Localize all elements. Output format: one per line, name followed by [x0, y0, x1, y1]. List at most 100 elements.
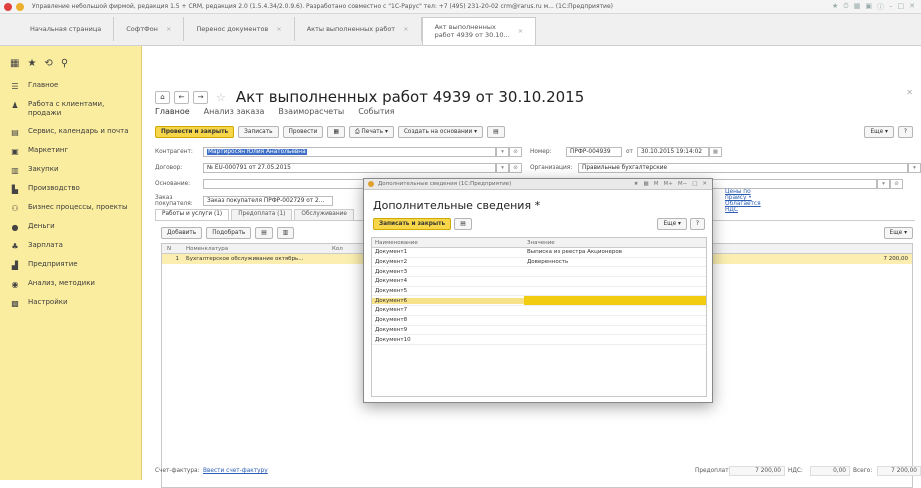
dialog-memory-icon[interactable]: M	[654, 181, 659, 187]
tab-maintenance[interactable]: Обслуживание	[294, 209, 354, 220]
sidebar-item-analysis[interactable]: ◉ Анализ, методики	[0, 279, 141, 289]
property-row[interactable]: Документ9	[372, 326, 706, 336]
calendar-icon: ▦	[712, 149, 719, 155]
history-icon[interactable]: ⟲	[44, 58, 52, 69]
property-row[interactable]: Документ4	[372, 277, 706, 287]
property-row[interactable]: Документ5	[372, 287, 706, 297]
pick-button[interactable]: Подобрать	[206, 227, 252, 239]
property-row[interactable]: Документ8	[372, 316, 706, 326]
dialog-memory-minus-icon[interactable]: M−	[678, 181, 687, 187]
post-button[interactable]: Провести	[282, 126, 324, 138]
counterparty-label: Контрагент:	[155, 149, 193, 155]
tab-transfer-docs[interactable]: Перенос документов ×	[184, 17, 295, 41]
window-close-dot[interactable]	[4, 2, 12, 11]
print-button[interactable]: ⎙ Печать ▾	[348, 126, 394, 138]
dialog-memo-icon[interactable]: ▦	[644, 181, 649, 187]
info-icon[interactable]: ⓘ	[877, 2, 884, 12]
property-row-selected[interactable]: Документ6	[372, 296, 706, 307]
calendar-icon[interactable]: ▣	[865, 2, 872, 12]
paste-rows-button[interactable]: ▥	[276, 227, 295, 239]
org-field[interactable]: Правильные бухгалтерские	[578, 163, 908, 173]
property-row[interactable]: Документ3	[372, 267, 706, 278]
forward-button[interactable]: →	[193, 90, 208, 104]
tab-softphone[interactable]: СофтФон ×	[114, 17, 185, 41]
attach-button[interactable]: ▤	[487, 126, 505, 138]
sidebar-item-salary[interactable]: ♣ Зарплата	[0, 241, 141, 251]
contract-dropdown[interactable]: ▾	[496, 163, 509, 173]
tab-works-services[interactable]: Работы и услуги (1)	[155, 209, 230, 220]
save-button[interactable]: Записать	[238, 126, 279, 138]
back-button[interactable]: ←	[174, 90, 189, 104]
dialog-attach-button[interactable]: ▤	[454, 218, 472, 230]
contract-field[interactable]: № EU-000791 от 27.05.2015	[203, 163, 496, 173]
table-more-button[interactable]: Еще ▾	[883, 227, 913, 239]
counterparty-dropdown[interactable]: ▾	[496, 147, 509, 157]
home-button[interactable]: ⌂	[155, 90, 170, 104]
favorites-icon[interactable]: ★	[832, 2, 838, 12]
dialog-help-button[interactable]: ?	[689, 218, 705, 230]
contract-open-link[interactable]: ⊘	[509, 163, 522, 173]
sidebar-item-money[interactable]: ● Деньги	[0, 222, 141, 232]
dialog-close-icon[interactable]: ✕	[702, 181, 707, 187]
dialog-memory-plus-icon[interactable]: M+	[663, 181, 672, 187]
favorite-star-icon[interactable]: ☆	[216, 91, 226, 104]
sidebar-item-service[interactable]: ▤ Сервис, календарь и почта	[0, 127, 141, 137]
calculator-icon[interactable]: ▦	[854, 2, 861, 12]
tab-start-page[interactable]: Начальная страница	[18, 17, 115, 41]
history-icon[interactable]: ⏱	[843, 2, 848, 12]
price-vat-link[interactable]: Цены по прайсу • Облагается НДС	[725, 189, 761, 213]
create-based-button[interactable]: Создать на основании ▾	[397, 126, 484, 138]
property-row[interactable]: Документ2 Доверенность	[372, 258, 706, 268]
invoice-link[interactable]: Ввести счет-фактуру	[203, 468, 268, 474]
sidebar-item-purchases[interactable]: ▥ Закупки	[0, 165, 141, 175]
minimize-icon[interactable]: –	[889, 2, 893, 12]
counterparty-field[interactable]: Мартиросян Юлия Анатольевна	[203, 147, 496, 157]
search-icon[interactable]: ⚲	[61, 58, 68, 69]
order-field[interactable]: Заказ покупателя ПРФР-002729 от 2...	[203, 196, 333, 206]
window-minimize-dot[interactable]	[16, 2, 24, 11]
number-field[interactable]: ПРФР-004939	[566, 147, 622, 157]
subnav-events[interactable]: События	[358, 107, 394, 116]
tab-acts-list[interactable]: Акты выполненных работ ×	[295, 17, 422, 41]
form-close-icon[interactable]: ✕	[906, 88, 913, 97]
more-button[interactable]: Еще ▾	[864, 126, 894, 138]
sidebar-item-processes[interactable]: ⚇ Бизнес процессы, проекты	[0, 203, 141, 213]
close-icon[interactable]: ✕	[909, 2, 915, 12]
copy-rows-button[interactable]: ▤	[255, 227, 273, 239]
save-and-close-button[interactable]: Записать и закрыть	[373, 218, 452, 230]
sidebar-item-enterprise[interactable]: ▟ Предприятие	[0, 260, 141, 270]
close-tab-icon[interactable]: ×	[166, 25, 171, 33]
sidebar-item-settings[interactable]: ▩ Настройки	[0, 298, 141, 308]
dialog-maximize-icon[interactable]: □	[692, 181, 697, 187]
sidebar-item-marketing[interactable]: ▣ Маркетинг	[0, 146, 141, 156]
property-row[interactable]: Документ10	[372, 335, 706, 345]
dialog-more-button[interactable]: Еще ▾	[657, 218, 687, 230]
property-row[interactable]: Документ7	[372, 306, 706, 316]
org-dropdown[interactable]: ▾	[908, 163, 921, 173]
date-field[interactable]: 30.10.2015 19:14:02	[636, 147, 709, 157]
close-tab-icon[interactable]: ×	[403, 25, 408, 33]
basis-dropdown[interactable]: ▾	[877, 179, 890, 189]
dialog-favorite-icon[interactable]: ★	[634, 181, 639, 187]
calendar-button[interactable]: ▦	[708, 147, 722, 157]
counterparty-open-link[interactable]: ⊘	[509, 147, 522, 157]
subnav-order-analysis[interactable]: Анализ заказа	[204, 107, 265, 116]
favorites-star-icon[interactable]: ★	[27, 58, 36, 69]
subnav-settlements[interactable]: Взаиморасчеты	[278, 107, 344, 116]
property-row[interactable]: Документ1 Выписка из реестра Акционеров	[372, 248, 706, 258]
tab-act-4939[interactable]: Акт выполненных работ 4939 от 30.10... ×	[421, 17, 537, 45]
help-button[interactable]: ?	[897, 126, 913, 138]
sidebar-item-production[interactable]: ▙ Производство	[0, 184, 141, 194]
maximize-icon[interactable]: □	[898, 2, 905, 12]
sidebar-item-main[interactable]: ☰ Главное	[0, 81, 141, 91]
structure-button[interactable]: ▦	[327, 126, 345, 138]
sidebar-item-sales[interactable]: ♟ Работа с клиентами, продажи	[0, 100, 141, 118]
add-row-button[interactable]: Добавить	[161, 227, 203, 239]
close-tab-icon[interactable]: ×	[518, 27, 523, 36]
tab-prepayment[interactable]: Предоплата (1)	[231, 209, 293, 220]
subnav-main[interactable]: Главное	[155, 107, 190, 116]
post-and-close-button[interactable]: Провести и закрыть	[155, 126, 235, 138]
apps-grid-icon[interactable]: ▦	[10, 58, 19, 69]
close-tab-icon[interactable]: ×	[276, 25, 281, 33]
basis-open-link[interactable]: ⊘	[890, 179, 903, 189]
